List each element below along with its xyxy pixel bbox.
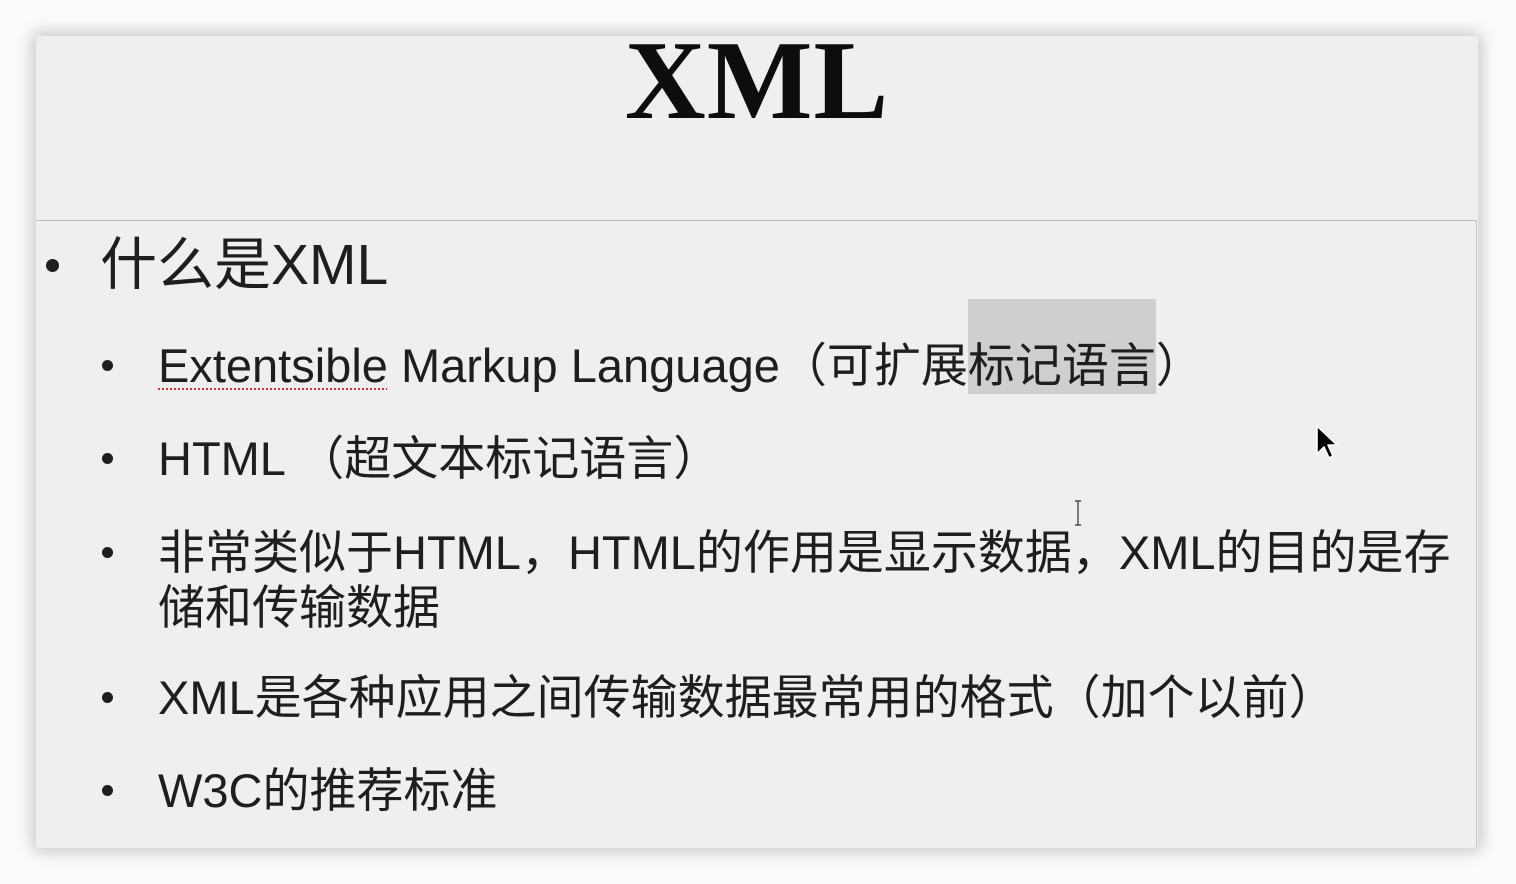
- bullet-dot-icon: [102, 547, 113, 558]
- misspelled-word[interactable]: Extentsible: [158, 339, 388, 392]
- bullet-dot-icon: [102, 785, 113, 796]
- slide-canvas[interactable]: XML 什么是XML Extentsible Markup Language（可…: [36, 25, 1478, 848]
- bullet-dot-icon: [102, 453, 113, 464]
- sub-bullet-text: Markup Language（可扩展: [387, 339, 968, 392]
- bullet-item-level1: 什么是XML: [46, 233, 389, 297]
- bullet-dot-icon: [102, 360, 113, 371]
- sub-bullet-item: XML是各种应用之间传输数据最常用的格式（加个以前）: [102, 670, 1470, 725]
- sub-bullet-item: 非常类似于HTML，HTML的作用是显示数据，XML的目的是存储和传输数据: [102, 525, 1470, 635]
- sub-bullet-text: 非常类似于HTML，HTML的作用是显示数据，XML的目的是存储和传输数据: [158, 526, 1451, 634]
- sub-bullet-text: ）: [1155, 339, 1203, 392]
- sub-bullet-text: W3C的推荐标准: [158, 764, 498, 817]
- sub-bullet-item: HTML （超文本标记语言）: [102, 431, 1470, 486]
- arrow-cursor-icon: [1316, 425, 1338, 459]
- bullet-dot-icon: [46, 259, 59, 272]
- title-text-box[interactable]: XML: [36, 25, 1478, 137]
- sub-bullet-item: Extentsible Markup Language（可扩展标记语言）: [102, 299, 1470, 394]
- slide-title: XML: [624, 19, 890, 143]
- selected-text[interactable]: 标记语言: [967, 299, 1156, 394]
- sub-bullet-text: XML是各种应用之间传输数据最常用的格式（加个以前）: [158, 671, 1336, 724]
- i-beam-cursor-icon: [1075, 500, 1081, 526]
- sub-bullet-item: W3C的推荐标准: [102, 763, 1470, 818]
- bullet-dot-icon: [102, 692, 113, 703]
- sub-bullet-text: HTML （超文本标记语言）: [158, 432, 721, 485]
- bullet-text: 什么是XML: [100, 233, 389, 297]
